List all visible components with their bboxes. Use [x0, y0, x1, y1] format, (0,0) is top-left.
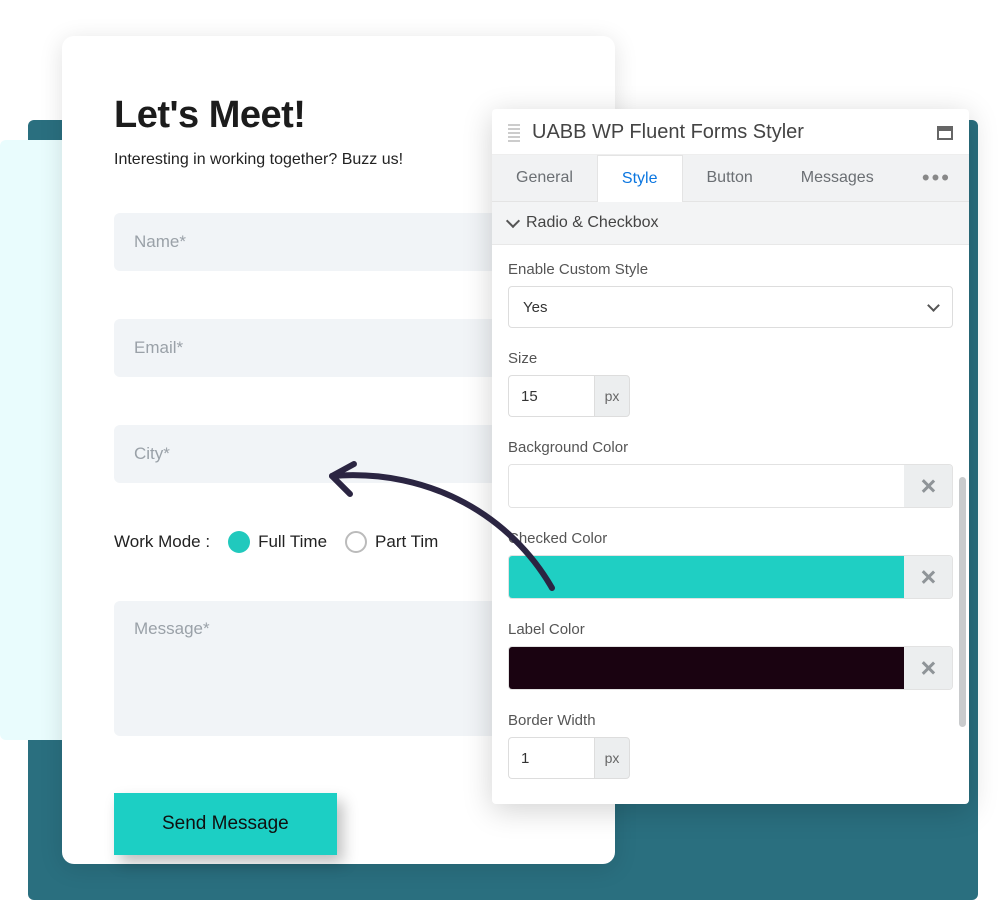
maximize-icon[interactable] — [937, 126, 953, 140]
radio-fulltime[interactable]: Full Time — [228, 531, 327, 553]
radio-fulltime-label: Full Time — [258, 532, 327, 552]
size-field: px — [508, 375, 953, 417]
panel-header[interactable]: UABB WP Fluent Forms Styler — [492, 109, 969, 155]
label-color-swatch — [509, 647, 904, 689]
border-width-field: px — [508, 737, 953, 779]
radio-unchecked-icon — [345, 531, 367, 553]
styler-settings-panel: UABB WP Fluent Forms Styler General Styl… — [492, 109, 969, 804]
close-icon — [921, 479, 935, 493]
enable-custom-style-value: Yes — [523, 299, 547, 316]
checked-color-swatch — [509, 556, 904, 598]
section-title: Radio & Checkbox — [526, 214, 659, 232]
close-icon — [921, 570, 935, 584]
section-radio-checkbox[interactable]: Radio & Checkbox — [492, 202, 969, 245]
tab-row: General Style Button Messages ••• — [492, 155, 969, 202]
border-width-input[interactable] — [508, 737, 594, 779]
checked-color-field[interactable] — [508, 555, 953, 599]
scrollbar[interactable] — [959, 477, 966, 727]
tab-messages[interactable]: Messages — [777, 155, 898, 201]
label-color-label: Label Color — [508, 621, 953, 638]
size-input[interactable] — [508, 375, 594, 417]
enable-custom-style-select[interactable]: Yes — [508, 286, 953, 328]
radio-parttime-label: Part Tim — [375, 532, 438, 552]
background-color-label: Background Color — [508, 439, 953, 456]
tab-style[interactable]: Style — [597, 155, 683, 202]
chevron-down-icon — [506, 214, 520, 228]
background-color-clear[interactable] — [904, 465, 952, 507]
chevron-down-icon — [927, 299, 940, 312]
panel-body: Enable Custom Style Yes Size px Backgrou… — [492, 245, 969, 804]
border-width-unit: px — [594, 737, 630, 779]
workmode-label: Work Mode : — [114, 532, 210, 552]
border-width-label: Border Width — [508, 712, 953, 729]
radio-parttime[interactable]: Part Tim — [345, 531, 438, 553]
label-color-clear[interactable] — [904, 647, 952, 689]
label-color-field[interactable] — [508, 646, 953, 690]
size-label: Size — [508, 350, 953, 367]
background-color-field[interactable] — [508, 464, 953, 508]
close-icon — [921, 661, 935, 675]
size-unit: px — [594, 375, 630, 417]
panel-title: UABB WP Fluent Forms Styler — [532, 121, 937, 144]
radio-checked-icon — [228, 531, 250, 553]
drag-handle-icon — [508, 124, 520, 142]
tab-button[interactable]: Button — [683, 155, 777, 201]
checked-color-clear[interactable] — [904, 556, 952, 598]
checked-color-label: Checked Color — [508, 530, 953, 547]
background-color-swatch — [509, 465, 904, 507]
tab-general[interactable]: General — [492, 155, 597, 201]
tab-more-icon[interactable]: ••• — [904, 165, 969, 191]
send-message-button[interactable]: Send Message — [114, 793, 337, 855]
enable-custom-style-label: Enable Custom Style — [508, 261, 953, 278]
